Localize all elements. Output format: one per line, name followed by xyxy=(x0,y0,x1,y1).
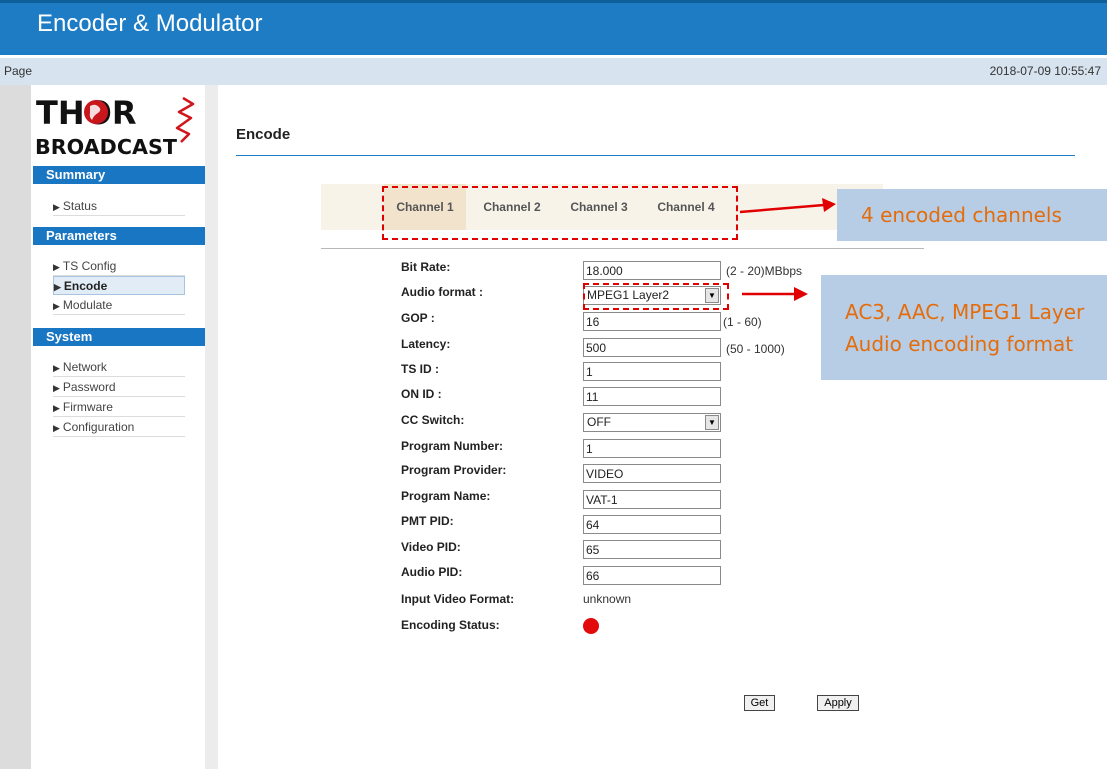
gop-range: (1 - 60) xyxy=(723,315,762,329)
sidebar-section-summary: Summary xyxy=(33,166,205,184)
audio-format-highlight-box xyxy=(583,283,729,310)
triangle-right-icon: ▶ xyxy=(53,403,60,413)
on-id-input[interactable]: 11 xyxy=(583,387,721,406)
sidebar-item-label: TS Config xyxy=(62,259,117,273)
sidebar-item-encode[interactable]: ▶ Encode xyxy=(53,276,185,295)
latency-input[interactable]: 500 xyxy=(583,338,721,357)
sidebar-item-label: Password xyxy=(62,380,116,394)
triangle-right-icon: ▶ xyxy=(53,202,60,212)
program-provider-label: Program Provider: xyxy=(401,463,507,477)
apply-button[interactable]: Apply xyxy=(817,695,859,711)
program-number-label: Program Number: xyxy=(401,439,504,453)
sidebar-item-firmware[interactable]: ▶ Firmware xyxy=(53,398,185,417)
sidebar-item-label: Firmware xyxy=(62,400,113,414)
triangle-right-icon: ▶ xyxy=(53,383,60,393)
page-title: Encode xyxy=(236,126,291,143)
video-pid-label: Video PID: xyxy=(401,540,461,554)
sidebar-item-modulate[interactable]: ▶ Modulate xyxy=(53,296,185,315)
sidebar-item-label: Modulate xyxy=(62,298,113,312)
audio-pid-label: Audio PID: xyxy=(401,565,463,579)
callout-line: Audio encoding format xyxy=(845,332,1074,356)
latency-range: (50 - 1000) xyxy=(726,342,785,356)
pmt-pid-input[interactable]: 64 xyxy=(583,515,721,534)
cc-switch-label: CC Switch: xyxy=(401,413,465,427)
title-divider xyxy=(236,155,1075,156)
sidebar-item-ts-config[interactable]: ▶ TS Config xyxy=(53,257,185,276)
encoding-status-indicator xyxy=(583,618,599,634)
thor-broadcast-logo: THOR BROADCAST xyxy=(35,94,195,159)
sidebar-item-configuration[interactable]: ▶ Configuration xyxy=(53,418,185,437)
sidebar-section-system: System xyxy=(33,328,205,346)
triangle-right-icon: ▶ xyxy=(54,282,61,292)
program-name-label: Program Name: xyxy=(401,489,491,503)
sidebar-item-network[interactable]: ▶ Network xyxy=(53,358,185,377)
latency-label: Latency: xyxy=(401,337,451,351)
sidebar-item-label: Network xyxy=(62,360,107,374)
audio-pid-input[interactable]: 66 xyxy=(583,566,721,585)
page-subbar xyxy=(0,58,1107,85)
app-title: Encoder & Modulator xyxy=(37,10,263,37)
sidebar-item-password[interactable]: ▶ Password xyxy=(53,378,185,397)
sidebar-section-parameters: Parameters xyxy=(33,227,205,245)
sidebar-strip xyxy=(0,85,31,769)
triangle-right-icon: ▶ xyxy=(53,262,60,272)
tab-divider xyxy=(321,248,924,249)
sidebar-item-label: Encode xyxy=(63,279,108,293)
on-id-label: ON ID : xyxy=(401,387,442,401)
svg-text:BROADCAST: BROADCAST xyxy=(35,135,177,159)
sidebar-item-status[interactable]: ▶ Status xyxy=(53,197,185,216)
arrow-right-icon xyxy=(739,198,836,214)
callout-line: AC3, AAC, MPEG1 Layer xyxy=(845,300,1085,324)
encoding-status-label: Encoding Status: xyxy=(401,618,500,632)
program-provider-input[interactable]: VIDEO xyxy=(583,464,721,483)
cc-switch-value: OFF xyxy=(587,415,611,429)
page-label: Page xyxy=(4,64,33,78)
input-video-format-value: unknown xyxy=(583,592,632,606)
input-video-format-label: Input Video Format: xyxy=(401,592,515,606)
channels-highlight-box xyxy=(382,186,738,240)
triangle-right-icon: ▶ xyxy=(53,301,60,311)
audio-format-label: Audio format : xyxy=(401,285,483,299)
program-name-input[interactable]: VAT-1 xyxy=(583,490,721,509)
bit-rate-label: Bit Rate: xyxy=(401,260,451,274)
ts-id-label: TS ID : xyxy=(401,362,439,376)
timestamp: 2018-07-09 10:55:47 xyxy=(989,64,1101,78)
get-button[interactable]: Get xyxy=(744,695,775,711)
triangle-right-icon: ▶ xyxy=(53,363,60,373)
gop-label: GOP : xyxy=(401,311,435,325)
bit-rate-input[interactable]: 18.000 xyxy=(583,261,721,280)
arrow-right-icon xyxy=(742,287,808,301)
bit-rate-range: (2 - 20)MBbps xyxy=(726,264,803,278)
program-number-input[interactable]: 1 xyxy=(583,439,721,458)
sidebar-item-label: Configuration xyxy=(62,420,135,434)
gop-input[interactable]: 16 xyxy=(583,312,721,331)
triangle-right-icon: ▶ xyxy=(53,423,60,433)
video-pid-input[interactable]: 65 xyxy=(583,540,721,559)
audio-format-callout: AC3, AAC, MPEG1 Layer Audio encoding for… xyxy=(821,275,1107,380)
channels-callout: 4 encoded channels xyxy=(837,189,1107,241)
cc-switch-select[interactable]: OFF ▼ xyxy=(583,413,721,432)
ts-id-input[interactable]: 1 xyxy=(583,362,721,381)
sidebar-item-label: Status xyxy=(62,199,97,213)
pmt-pid-label: PMT PID: xyxy=(401,514,454,528)
chevron-down-icon[interactable]: ▼ xyxy=(705,415,719,430)
